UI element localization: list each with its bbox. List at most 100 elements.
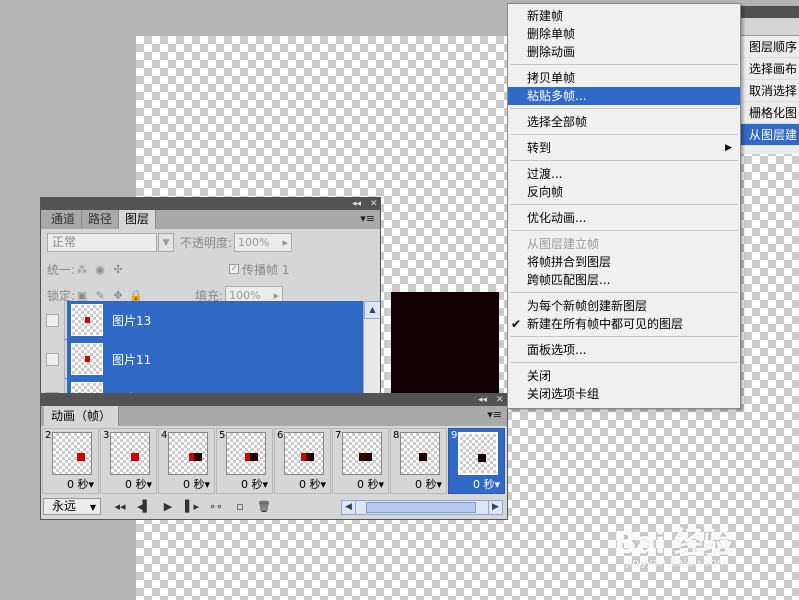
right-panel-item[interactable]: 图层顺序	[741, 36, 799, 58]
right-history-panel: 图层顺序 选择画布 取消选择 栅格化图 从图层建	[740, 6, 799, 154]
menu-item[interactable]: 面板选项...	[508, 341, 740, 359]
right-panel-item[interactable]: 栅格化图	[741, 102, 799, 124]
collapse-icon[interactable]: ◂◂	[478, 394, 487, 406]
menu-item[interactable]: 跨帧匹配图层...	[508, 271, 740, 289]
animation-frame[interactable]: 7 0 秒▾	[332, 428, 389, 494]
menu-item[interactable]: 优化动画...	[508, 209, 740, 227]
frame-number: 3	[103, 430, 110, 441]
unify-visibility-icon[interactable]: ◉	[93, 263, 107, 276]
chevron-down-icon[interactable]: ▼	[158, 233, 174, 252]
next-frame-icon[interactable]: ▌▸	[181, 498, 203, 515]
slider-arrow-icon[interactable]: ▸	[283, 234, 289, 251]
close-icon[interactable]: ✕	[370, 198, 378, 210]
menu-separator	[510, 64, 738, 65]
frame-number: 7	[335, 430, 342, 441]
menu-item[interactable]: 拷贝单帧	[508, 69, 740, 87]
menu-item[interactable]: 删除单帧	[508, 25, 740, 43]
animation-frame[interactable]: 6 0 秒▾	[274, 428, 331, 494]
eye-icon[interactable]	[46, 313, 59, 327]
propagate-checkbox[interactable]: ✓	[229, 264, 240, 274]
layer-row[interactable]: 图片13	[41, 300, 363, 340]
frame-delay[interactable]: 0 秒▾	[299, 476, 326, 492]
menu-item-label: 新建帧	[527, 9, 564, 23]
menu-item[interactable]: 反向帧	[508, 183, 740, 201]
frame-delay[interactable]: 0 秒▾	[473, 476, 500, 492]
menu-item[interactable]: 将帧拼合到图层	[508, 253, 740, 271]
right-panel-item[interactable]: 取消选择	[741, 80, 799, 102]
panel-menu-icon[interactable]: ▾≡	[487, 408, 502, 421]
opacity-label: 不透明度:	[180, 236, 233, 250]
layers-scrollbar[interactable]: ▲	[363, 301, 380, 396]
first-frame-icon[interactable]: ◂◂	[109, 498, 131, 515]
right-panel-tab[interactable]	[741, 18, 799, 36]
frame-delay[interactable]: 0 秒▾	[415, 476, 442, 492]
visibility-toggle[interactable]	[41, 339, 65, 379]
layer-thumbnail	[71, 343, 103, 375]
unify-style-icon[interactable]: ✣	[111, 263, 125, 276]
frame-delay[interactable]: 0 秒▾	[183, 476, 210, 492]
tween-icon[interactable]: ∘∘	[205, 498, 227, 515]
blend-mode-select[interactable]: 正常	[47, 233, 157, 252]
animation-frame[interactable]: 2 0 秒▾	[42, 428, 99, 494]
frame-delay[interactable]: 0 秒▾	[241, 476, 268, 492]
submenu-arrow-icon: ▶	[725, 143, 732, 153]
duplicate-frame-icon[interactable]: ▫	[229, 498, 251, 515]
frame-number: 5	[219, 430, 226, 441]
menu-item[interactable]: 为每个新帧创建新图层	[508, 297, 740, 315]
unify-label: 统一:	[47, 262, 76, 277]
scroll-left-icon[interactable]: ◀	[342, 501, 356, 514]
prev-frame-icon[interactable]: ◂▌	[133, 498, 155, 515]
tab-channels[interactable]: 通道	[45, 210, 83, 229]
unify-position-icon[interactable]: ⁂	[75, 263, 89, 276]
right-panel-item[interactable]: 从图层建	[741, 124, 799, 146]
right-panel-item[interactable]: 选择画布	[741, 58, 799, 80]
opacity-field[interactable]: 100% ▸	[234, 233, 293, 252]
animation-titlebar: ◂◂ ✕	[41, 394, 507, 406]
tab-paths[interactable]: 路径	[82, 210, 120, 229]
menu-item[interactable]: ✔ 新建在所有帧中都可见的图层	[508, 315, 740, 333]
frame-square-icon	[77, 453, 85, 461]
menu-item[interactable]: 转到 ▶	[508, 139, 740, 157]
animation-frame[interactable]: 3 0 秒▾	[100, 428, 157, 494]
animation-frame[interactable]: 9 0 秒▾	[448, 428, 505, 494]
menu-item-label: 跨帧匹配图层...	[527, 273, 611, 287]
frame-delay[interactable]: 0 秒▾	[67, 476, 94, 492]
menu-item[interactable]: 关闭	[508, 367, 740, 385]
eye-icon[interactable]	[46, 352, 59, 366]
loop-select[interactable]: 永远	[43, 498, 101, 515]
frames-scrollbar[interactable]: ◀ ▶	[341, 500, 503, 515]
dark-square-layer	[391, 292, 499, 402]
frame-delay[interactable]: 0 秒▾	[125, 476, 152, 492]
menu-item[interactable]: 删除动画	[508, 43, 740, 61]
animation-frame[interactable]: 5 0 秒▾	[216, 428, 273, 494]
animation-frame[interactable]: 8 0 秒▾	[390, 428, 447, 494]
frame-thumbnail	[226, 432, 266, 475]
scroll-up-icon[interactable]: ▲	[364, 301, 380, 319]
menu-item[interactable]: 新建帧	[508, 7, 740, 25]
delete-frame-icon[interactable]: 🗑	[253, 498, 275, 515]
close-icon[interactable]: ✕	[496, 394, 504, 406]
scroll-right-icon[interactable]: ▶	[488, 501, 502, 514]
layer-item[interactable]: 图片11	[67, 339, 363, 379]
frame-thumbnail	[342, 432, 382, 475]
animation-panel: ◂◂ ✕ 动画（帧） ▾≡ 20 秒▾ 3 0 秒▾ 4 0 秒▾ 5 0 秒▾ 6 0 秒▾ 7…	[40, 393, 508, 520]
frame-number: 2	[45, 430, 52, 441]
tab-animation-frames[interactable]: 动画（帧）	[44, 406, 120, 426]
tab-layers[interactable]: 图层	[119, 210, 157, 229]
panel-menu-icon[interactable]: ▾≡	[360, 212, 375, 225]
visibility-toggle[interactable]	[41, 300, 65, 340]
frame-square-icon	[478, 454, 486, 462]
play-icon[interactable]: ▶	[157, 498, 179, 515]
menu-item[interactable]: 选择全部帧	[508, 113, 740, 131]
frame-delay[interactable]: 0 秒▾	[357, 476, 384, 492]
red-square-icon	[85, 317, 90, 323]
layer-row[interactable]: 图片11	[41, 339, 363, 379]
menu-item[interactable]: 过渡...	[508, 165, 740, 183]
animation-frame[interactable]: 4 0 秒▾	[158, 428, 215, 494]
collapse-icon[interactable]: ◂◂	[352, 198, 361, 210]
scroll-thumb[interactable]	[366, 502, 476, 513]
menu-item[interactable]: 关闭选项卡组	[508, 385, 740, 403]
menu-item[interactable]: 粘贴多帧...	[508, 87, 740, 105]
menu-item-label: 关闭	[527, 369, 552, 383]
layer-item[interactable]: 图片13	[67, 300, 363, 340]
